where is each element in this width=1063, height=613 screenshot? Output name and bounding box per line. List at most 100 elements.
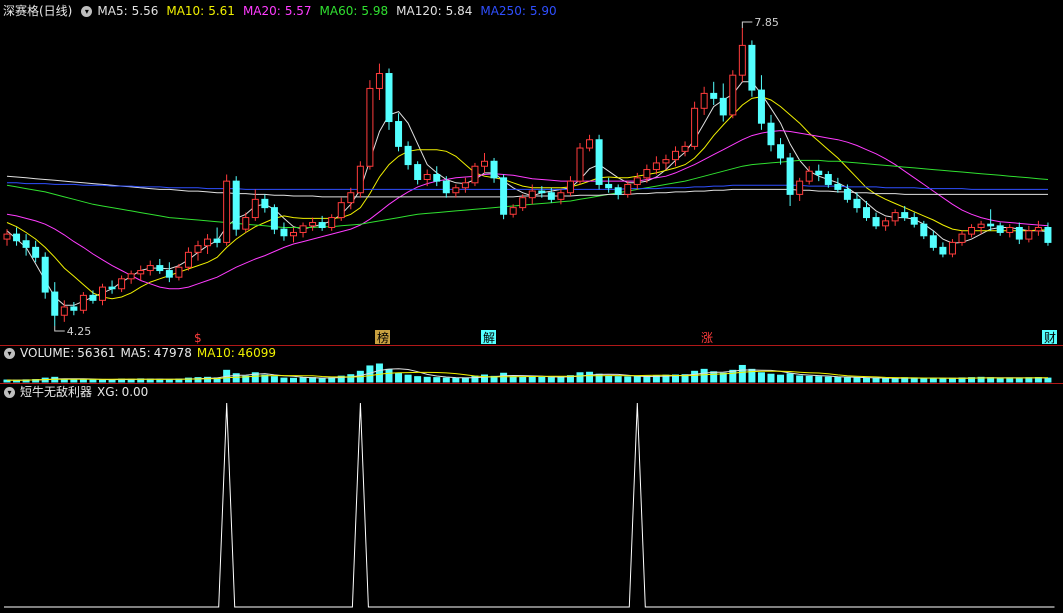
- moving-average-lines: [6, 81, 1049, 306]
- event-marker: 榜: [377, 330, 389, 345]
- candle-body: [1044, 226, 1052, 243]
- volume-bar: [414, 376, 422, 383]
- volume-bar: [433, 377, 441, 383]
- candle-body: [347, 192, 355, 204]
- volume-bar: [1006, 377, 1014, 383]
- candle-body: [118, 278, 126, 290]
- candle-body: [232, 180, 240, 230]
- candle-body: [729, 74, 737, 116]
- volume-bar: [691, 370, 699, 383]
- candle-body: [1025, 230, 1033, 240]
- volume-bar: [586, 371, 594, 383]
- candle-body: [939, 246, 947, 255]
- candle-body: [318, 222, 326, 228]
- volume-ma5-line: [6, 368, 1048, 381]
- candle-body: [251, 198, 259, 219]
- candle-body: [461, 182, 469, 189]
- volume-bar: [404, 374, 412, 383]
- volume-bar: [1015, 377, 1023, 383]
- candle-body: [309, 222, 317, 227]
- candle-body: [108, 286, 116, 290]
- candle-body: [433, 174, 441, 182]
- candle-body: [328, 217, 336, 228]
- candle-body: [805, 170, 813, 182]
- volume-bar: [270, 376, 278, 383]
- candle-body: [958, 233, 966, 243]
- volume-bar: [395, 372, 403, 383]
- candle-body: [261, 198, 269, 209]
- volume-bar: [786, 373, 794, 383]
- candle-body: [356, 165, 364, 194]
- candle-body: [595, 139, 603, 185]
- candle-body: [863, 207, 870, 219]
- candle-body: [815, 170, 823, 176]
- volume-bar: [796, 375, 804, 383]
- volume-bar: [643, 375, 651, 383]
- volume-bar: [70, 379, 78, 383]
- candle-body: [547, 192, 555, 200]
- volume-bar: [624, 376, 632, 383]
- candlesticks: [3, 28, 1052, 326]
- volume-bar: [633, 375, 641, 383]
- candle-body: [146, 265, 154, 272]
- candle-body: [395, 121, 403, 147]
- candle-body: [538, 190, 546, 194]
- candle-body: [968, 226, 976, 235]
- candle-body: [51, 291, 59, 316]
- candle-body: [691, 107, 699, 147]
- candle-body: [738, 44, 746, 76]
- candle-body: [748, 44, 756, 91]
- volume-bar: [824, 376, 832, 383]
- kline-chart[interactable]: 7.85 4.25 $ 榜 解 涨 财: [0, 0, 1063, 613]
- candle-body: [156, 265, 164, 272]
- candle-body: [977, 223, 985, 228]
- candle-body: [710, 92, 718, 99]
- candle-body: [566, 180, 574, 194]
- candle-body: [175, 266, 183, 278]
- candle-body: [414, 164, 422, 180]
- volume-bar: [605, 375, 613, 383]
- candle-body: [375, 73, 383, 89]
- candle-body: [509, 207, 517, 215]
- candle-body: [672, 150, 679, 161]
- ma20-line: [6, 130, 1049, 290]
- candle-body: [719, 97, 727, 116]
- candle-body: [777, 144, 785, 159]
- candle-body: [32, 246, 40, 258]
- volume-bar: [700, 368, 708, 383]
- high-price-pointer: [741, 21, 753, 28]
- volume-bar: [738, 364, 746, 383]
- volume-bar: [777, 374, 785, 383]
- candle-body: [528, 190, 536, 199]
- candle-body: [853, 198, 861, 209]
- volume-bar: [318, 377, 326, 383]
- candle-body: [3, 233, 11, 240]
- candle-body: [996, 225, 1004, 233]
- candle-body: [270, 207, 278, 230]
- candle-body: [557, 192, 565, 200]
- volume-bar: [576, 372, 584, 383]
- ma250-line: [7, 182, 1048, 190]
- volume-bar: [519, 376, 527, 383]
- candle-body: [605, 183, 613, 189]
- candle-body: [184, 251, 192, 268]
- candle-body: [929, 235, 937, 248]
- candle-body: [290, 231, 297, 237]
- event-marker: 解: [483, 331, 495, 345]
- candle-body: [423, 174, 431, 180]
- candle-body: [624, 183, 632, 195]
- volume-bar: [863, 377, 870, 383]
- volume-bar: [710, 371, 718, 383]
- candle-body: [404, 145, 412, 166]
- volume-bar: [815, 376, 823, 383]
- candle-body: [22, 240, 30, 248]
- xg-signal-line: [4, 402, 1055, 608]
- volume-bar: [614, 376, 622, 383]
- candle-body: [1015, 226, 1023, 240]
- volume-bar: [547, 377, 555, 383]
- volume-bar: [920, 377, 928, 383]
- candle-body: [757, 89, 765, 124]
- candle-body: [79, 294, 87, 311]
- volume-bar: [882, 377, 890, 383]
- volume-bar: [719, 372, 727, 383]
